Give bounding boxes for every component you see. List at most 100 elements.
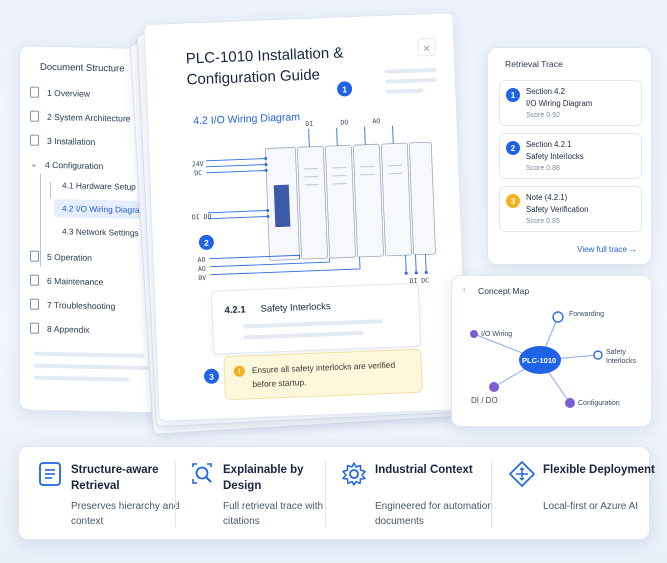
tree-item-installation[interactable]: 3 Installation <box>30 134 96 147</box>
placeholder-line <box>385 88 424 94</box>
trace-score: Score 0.92 <box>526 112 560 119</box>
section-heading: 4.2 I/O Wiring Diagram <box>193 111 301 128</box>
placeholder-line <box>34 375 129 382</box>
chevron-down-icon[interactable]: ⌄ <box>30 159 39 170</box>
feature-industrial-context: Industrial Context Engineered for automa… <box>341 447 493 541</box>
wire-label-0v: 0V <box>198 273 207 283</box>
retrieval-trace-title: Retrieval Trace <box>505 59 563 69</box>
placeholder-line <box>243 330 364 340</box>
feature-flexible-deployment: Flexible Deployment Local-first or Azure… <box>509 447 655 541</box>
concept-label-io-wiring: I/O Wiring <box>481 331 513 338</box>
safety-alert: ! Ensure all safety interlocks are verif… <box>223 348 423 401</box>
concept-node-safety[interactable] <box>593 350 603 360</box>
concept-node-configuration[interactable] <box>565 398 575 408</box>
subsection-title: Safety Interlocks <box>260 301 331 315</box>
wire-label-top-di: DI <box>305 119 314 128</box>
trace-number: 1 <box>506 88 520 102</box>
divider <box>175 461 176 527</box>
tree-item-configuration[interactable]: ⌄ 4 Configuration <box>30 159 103 172</box>
concept-node-di-do[interactable] <box>489 382 499 392</box>
wire-label-ao: AO <box>197 255 206 265</box>
wire-label-dc: DC <box>194 168 203 178</box>
document-icon <box>30 322 39 334</box>
concept-map-panel: ‹ Concept Map PLC-1010 I/O Wiring Forwar… <box>451 275 652 427</box>
tree-item-label: 8 Appendix <box>47 323 90 335</box>
feature-title: Industrial Context <box>375 464 473 476</box>
close-button[interactable]: × <box>417 37 436 57</box>
wire-label-24v: 24V <box>191 159 204 169</box>
tree-item-label: 3 Installation <box>47 135 96 147</box>
concept-node-forwarding[interactable] <box>552 311 564 323</box>
trace-item-3[interactable]: 3 Note (4.2.1) Safety Verification Score… <box>499 186 642 232</box>
divider <box>325 461 326 527</box>
subsection-number: 4.2.1 <box>224 304 246 317</box>
tree-child-hardware-setup[interactable]: 4.1 Hardware Setup <box>54 176 144 196</box>
plc-module <box>380 142 412 257</box>
trace-section: Note (4.2.1) <box>526 193 568 202</box>
document-icon <box>30 250 39 262</box>
step-badge-3: 3 <box>203 368 220 385</box>
tree-item-label: 5 Operation <box>47 251 92 263</box>
tree-item-troubleshooting[interactable]: 7 Troubleshooting <box>30 298 116 312</box>
plc-module <box>296 145 328 260</box>
tree-item-overview[interactable]: 1 Overview <box>30 86 90 99</box>
diamond-arrows-icon <box>509 461 535 487</box>
feature-description: Local-first or Azure AI <box>543 501 639 512</box>
concept-node-io-wiring[interactable] <box>470 330 478 338</box>
document-page: PLC-1010 Installation & Configuration Gu… <box>143 12 469 422</box>
trace-score: Score 0.88 <box>526 165 560 172</box>
document-title: PLC-1010 Installation & Configuration Gu… <box>185 44 344 89</box>
io-wiring-diagram <box>205 125 436 276</box>
concept-label-forwarding: Forwarding <box>569 311 605 318</box>
warning-icon: ! <box>233 365 246 377</box>
concept-label-di-do: DI / DO <box>471 396 498 405</box>
wire-label-ai: AO <box>197 264 206 274</box>
placeholder-line <box>34 363 162 371</box>
retrieval-trace-panel: Retrieval Trace 1 Section 4.2 I/O Wiring… <box>487 47 652 265</box>
wire-label-di-do: DI DO <box>191 212 212 222</box>
trace-score: Score 0.85 <box>526 218 560 225</box>
concept-center-label: PLC-1010 <box>522 356 557 365</box>
wire-label-top-ao: AO <box>372 117 381 126</box>
subsection-card: 4.2.1 Safety Interlocks <box>210 282 422 355</box>
placeholder-line <box>34 351 144 358</box>
trace-number: 3 <box>506 194 520 208</box>
concept-label-safety: Safety Interlocks <box>606 349 636 365</box>
tree-item-label: 2 System Architecture <box>47 111 131 124</box>
plc-module <box>408 141 436 256</box>
feature-description: Engineered for automation documents <box>375 501 493 527</box>
placeholder-line <box>384 77 437 84</box>
plc-module <box>324 144 356 259</box>
document-icon <box>30 134 39 146</box>
feature-description: Preserves hierarchy and context <box>71 501 180 527</box>
document-icon <box>30 298 39 310</box>
search-magnifier-icon <box>192 463 212 484</box>
document-structure-title: Document Structure <box>40 61 125 75</box>
trace-item-2[interactable]: 2 Section 4.2.1 Safety Interlocks Score … <box>499 133 642 179</box>
tree-item-operation[interactable]: 5 Operation <box>30 250 92 263</box>
placeholder-line <box>243 319 384 329</box>
placeholder-line <box>384 67 437 74</box>
document-icon <box>30 86 39 98</box>
plc-module <box>352 143 384 258</box>
tree-item-appendix[interactable]: 8 Appendix <box>30 322 90 335</box>
gear-icon <box>342 462 366 486</box>
trace-item-1[interactable]: 1 Section 4.2 I/O Wiring Diagram Score 0… <box>499 80 642 126</box>
tree-item-maintenance[interactable]: 6 Maintenance <box>30 274 104 288</box>
wire-label-top-do: DO <box>340 118 349 127</box>
tree-item-system-architecture[interactable]: 2 System Architecture <box>30 110 131 124</box>
tree-item-label: 1 Overview <box>47 87 90 99</box>
document-icon <box>30 274 39 286</box>
tree-item-label: 4 Configuration <box>45 159 104 171</box>
feature-bar: Structure-aware Retrieval Preserves hier… <box>18 446 655 541</box>
trace-title: Safety Verification <box>526 205 589 214</box>
feature-title: Flexible Deployment <box>543 464 655 476</box>
step-badge-1: 1 <box>336 81 353 97</box>
tree-item-label: 6 Maintenance <box>47 275 104 287</box>
document-icon <box>30 110 39 122</box>
tree-item-label: 7 Troubleshooting <box>47 299 116 311</box>
view-full-trace-link[interactable]: View full trace → <box>577 245 637 254</box>
trace-section: Section 4.2 <box>526 87 566 96</box>
tree-child-network-settings[interactable]: 4.3 Network Settings <box>54 222 147 242</box>
cpu-display <box>273 184 291 228</box>
